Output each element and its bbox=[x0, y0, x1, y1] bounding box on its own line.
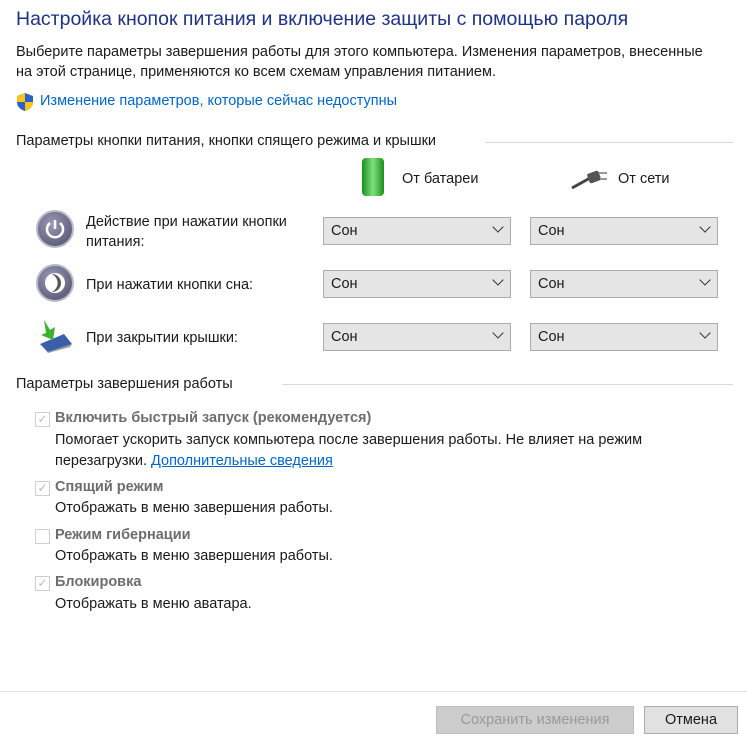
power-button-label: Действие при нажатии кнопки питания: bbox=[86, 214, 287, 250]
chevron-down-icon bbox=[699, 274, 711, 286]
chevron-down-icon bbox=[492, 221, 504, 233]
sleep-button-ac-select[interactable]: Сон bbox=[530, 270, 718, 298]
chevron-down-icon bbox=[699, 327, 711, 339]
select-value: Сон bbox=[538, 223, 565, 239]
footer-divider bbox=[0, 691, 747, 692]
sleep-checkbox[interactable]: ✓ bbox=[35, 481, 50, 496]
power-icon bbox=[36, 210, 74, 248]
shield-icon bbox=[16, 92, 34, 116]
lid-close-label: При закрытии крышки: bbox=[86, 330, 238, 346]
sleep-button-label: При нажатии кнопки сна: bbox=[86, 277, 254, 293]
sleep-button-battery-select[interactable]: Сон bbox=[323, 270, 511, 298]
select-value: Сон bbox=[538, 329, 565, 345]
select-value: Сон bbox=[331, 329, 358, 345]
buttons-section-header: Параметры кнопки питания, кнопки спящего… bbox=[16, 133, 437, 149]
fast-startup-checkbox[interactable]: ✓ bbox=[35, 412, 50, 427]
more-info-link[interactable]: Дополнительные сведения bbox=[151, 453, 333, 469]
lid-close-battery-select[interactable]: Сон bbox=[323, 323, 511, 351]
lock-description: Отображать в меню аватара. bbox=[55, 596, 252, 612]
power-button-battery-select[interactable]: Сон bbox=[323, 217, 511, 245]
shutdown-section-header: Параметры завершения работы bbox=[16, 376, 233, 392]
lock-label: Блокировка bbox=[55, 574, 142, 590]
page-title: Настройка кнопок питания и включение защ… bbox=[16, 8, 629, 30]
cancel-button[interactable]: Отмена bbox=[644, 706, 738, 734]
divider bbox=[282, 384, 733, 385]
select-value: Сон bbox=[331, 223, 358, 239]
sleep-description: Отображать в меню завершения работы. bbox=[55, 500, 333, 516]
divider bbox=[485, 142, 733, 143]
battery-icon bbox=[362, 158, 384, 196]
save-changes-button[interactable]: Сохранить изменения bbox=[436, 706, 634, 734]
sleep-icon bbox=[36, 264, 74, 302]
sleep-label: Спящий режим bbox=[55, 479, 164, 495]
hibernate-label: Режим гибернации bbox=[55, 527, 191, 543]
lock-checkbox[interactable]: ✓ bbox=[35, 576, 50, 591]
hibernate-checkbox[interactable] bbox=[35, 529, 50, 544]
lid-close-ac-select[interactable]: Сон bbox=[530, 323, 718, 351]
page-description: Выберите параметры завершения работы для… bbox=[16, 44, 703, 80]
chevron-down-icon bbox=[492, 327, 504, 339]
power-button-ac-select[interactable]: Сон bbox=[530, 217, 718, 245]
select-value: Сон bbox=[538, 276, 565, 292]
change-unavailable-settings-link[interactable]: Изменение параметров, которые сейчас нед… bbox=[40, 93, 397, 109]
fast-startup-label: Включить быстрый запуск (рекомендуется) bbox=[55, 410, 372, 426]
ac-column-label: От сети bbox=[618, 171, 670, 187]
select-value: Сон bbox=[331, 276, 358, 292]
fast-startup-description: Помогает ускорить запуск компьютера посл… bbox=[55, 430, 715, 472]
chevron-down-icon bbox=[699, 221, 711, 233]
description-text: Помогает ускорить запуск компьютера посл… bbox=[55, 432, 643, 469]
plug-icon bbox=[570, 170, 608, 194]
hibernate-description: Отображать в меню завершения работы. bbox=[55, 548, 333, 564]
laptop-lid-icon bbox=[34, 318, 76, 358]
chevron-down-icon bbox=[492, 274, 504, 286]
battery-column-label: От батареи bbox=[402, 171, 479, 187]
